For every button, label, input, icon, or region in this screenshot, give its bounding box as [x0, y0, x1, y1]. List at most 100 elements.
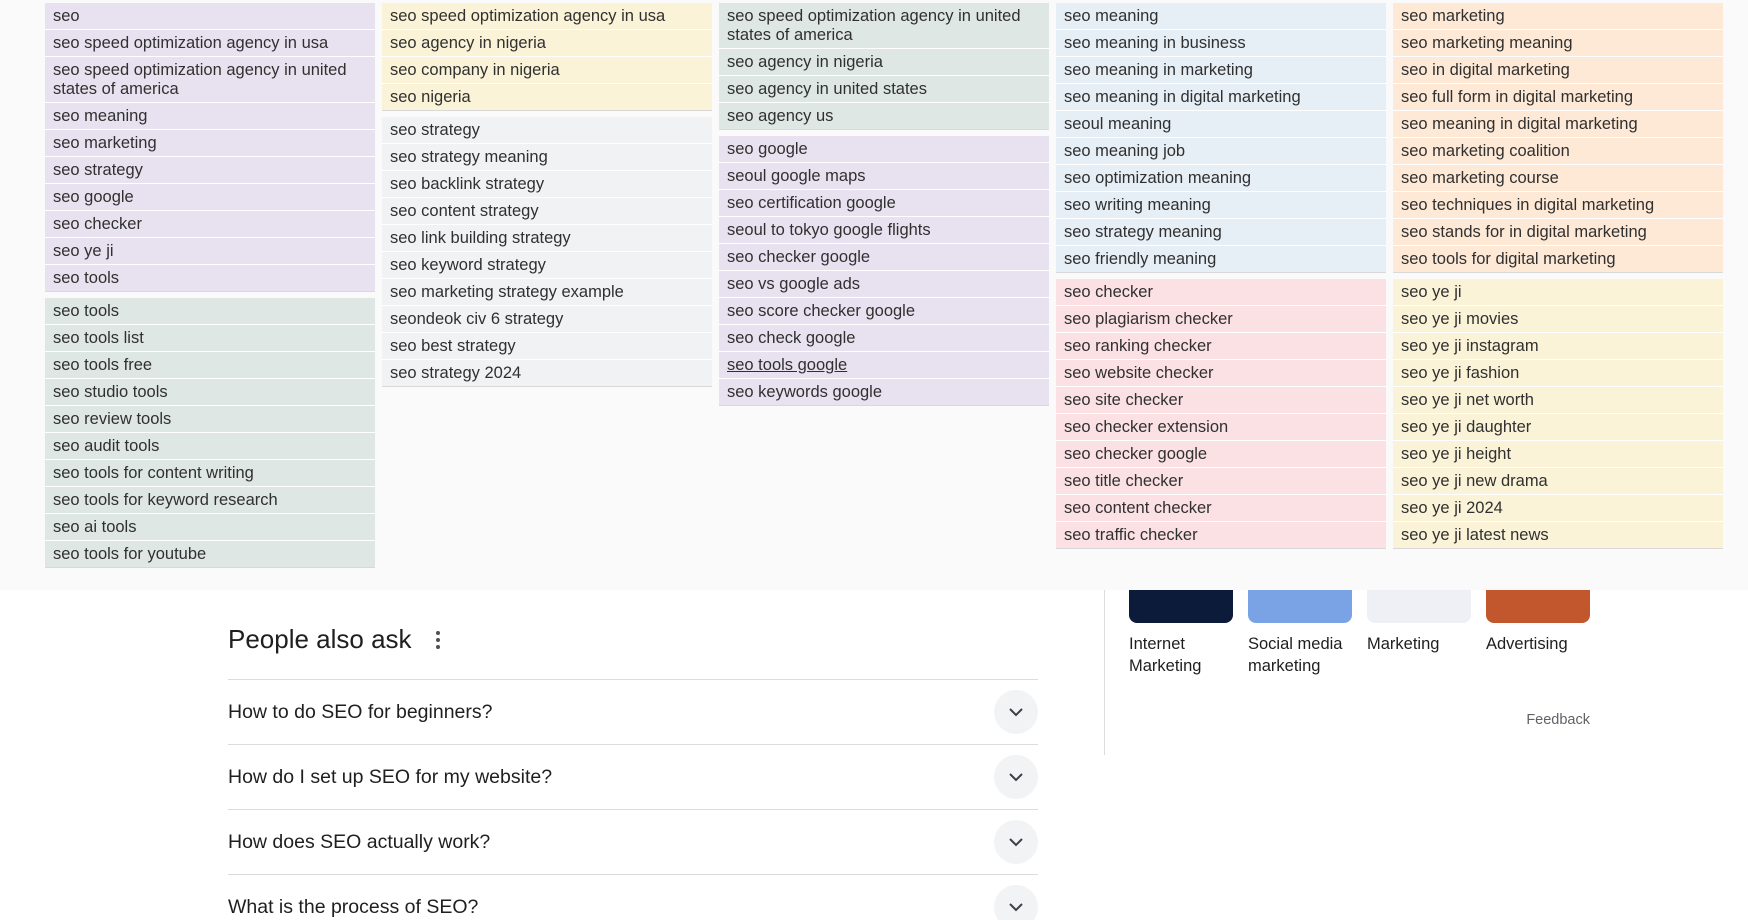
question-row[interactable]: What is the process of SEO? [228, 875, 1038, 920]
suggestion-item[interactable]: seo tools for youtube [45, 541, 375, 567]
suggestion-item[interactable]: seo marketing meaning [1393, 30, 1723, 57]
suggestion-item[interactable]: seo review tools [45, 406, 375, 433]
suggestion-item[interactable]: seo friendly meaning [1056, 246, 1386, 272]
suggestion-item[interactable]: seo marketing coalition [1393, 138, 1723, 165]
suggestion-item[interactable]: seo check google [719, 325, 1049, 352]
suggestion-item[interactable]: seo meaning in digital marketing [1393, 111, 1723, 138]
suggestion-item[interactable]: seo backlink strategy [382, 171, 712, 198]
suggestion-item[interactable]: seo in digital marketing [1393, 57, 1723, 84]
chevron-down-icon[interactable] [994, 885, 1038, 920]
suggestion-item[interactable]: seoul google maps [719, 163, 1049, 190]
suggestion-item[interactable]: seo audit tools [45, 433, 375, 460]
suggestion-item[interactable]: seo full form in digital marketing [1393, 84, 1723, 111]
suggestion-item[interactable]: seo checker google [719, 244, 1049, 271]
suggestion-item[interactable]: seo meaning in digital marketing [1056, 84, 1386, 111]
suggestion-item[interactable]: seo tools google [719, 352, 1049, 379]
suggestion-item[interactable]: seo strategy meaning [1056, 219, 1386, 246]
suggestion-item[interactable]: seo vs google ads [719, 271, 1049, 298]
suggestion-item[interactable]: seo strategy meaning [382, 144, 712, 171]
suggestion-item[interactable]: seo techniques in digital marketing [1393, 192, 1723, 219]
suggestion-item[interactable]: seo agency us [719, 103, 1049, 129]
suggestion-item[interactable]: seo tools [45, 298, 375, 325]
question-row[interactable]: How do I set up SEO for my website? [228, 745, 1038, 810]
suggestion-item[interactable]: seo agency in nigeria [382, 30, 712, 57]
suggestion-item[interactable]: seo ye ji daughter [1393, 414, 1723, 441]
suggestion-item[interactable]: seo site checker [1056, 387, 1386, 414]
suggestion-item[interactable]: seo meaning in marketing [1056, 57, 1386, 84]
suggestion-item[interactable]: seo keyword strategy [382, 252, 712, 279]
suggestion-item[interactable]: seo meaning in business [1056, 30, 1386, 57]
suggestion-item[interactable]: seoul to tokyo google flights [719, 217, 1049, 244]
suggestion-item[interactable]: seo tools free [45, 352, 375, 379]
suggestion-item[interactable]: seo ye ji net worth [1393, 387, 1723, 414]
suggestion-item[interactable]: seo ye ji latest news [1393, 522, 1723, 548]
chevron-down-icon[interactable] [994, 820, 1038, 864]
suggestion-item[interactable]: seo nigeria [382, 84, 712, 110]
suggestion-item[interactable]: seo tools for keyword research [45, 487, 375, 514]
question-row[interactable]: How does SEO actually work? [228, 810, 1038, 875]
suggestion-item[interactable]: seo keywords google [719, 379, 1049, 405]
suggestion-item[interactable]: seo tools [45, 265, 375, 291]
suggestion-item[interactable]: seo speed optimization agency in usa [382, 3, 712, 30]
suggestion-item[interactable]: seo tools for digital marketing [1393, 246, 1723, 272]
suggestion-item[interactable]: seo ye ji 2024 [1393, 495, 1723, 522]
suggestion-item[interactable]: seo checker [45, 211, 375, 238]
related-topic-card[interactable]: Marketing [1367, 590, 1471, 677]
suggestion-item[interactable]: seo best strategy [382, 333, 712, 360]
suggestion-item[interactable]: seo marketing strategy example [382, 279, 712, 306]
suggestion-item[interactable]: seo ye ji [1393, 279, 1723, 306]
suggestion-item[interactable]: seo link building strategy [382, 225, 712, 252]
suggestion-item[interactable]: seo ai tools [45, 514, 375, 541]
suggestion-item[interactable]: seo traffic checker [1056, 522, 1386, 548]
suggestion-item[interactable]: seo speed optimization agency in usa [45, 30, 375, 57]
suggestion-item[interactable]: seo marketing [45, 130, 375, 157]
feedback-link[interactable]: Feedback [1526, 712, 1590, 728]
suggestion-item[interactable]: seondeok civ 6 strategy [382, 306, 712, 333]
suggestion-item[interactable]: seo agency in united states [719, 76, 1049, 103]
suggestion-item[interactable]: seo google [719, 136, 1049, 163]
suggestion-item[interactable]: seo score checker google [719, 298, 1049, 325]
suggestion-item[interactable]: seo plagiarism checker [1056, 306, 1386, 333]
suggestion-item[interactable]: seo ranking checker [1056, 333, 1386, 360]
suggestion-item[interactable]: seo studio tools [45, 379, 375, 406]
suggestion-item[interactable]: seo speed optimization agency in united … [719, 3, 1049, 49]
suggestion-item[interactable]: seo optimization meaning [1056, 165, 1386, 192]
suggestion-item[interactable]: seo ye ji fashion [1393, 360, 1723, 387]
suggestion-item[interactable]: seo checker extension [1056, 414, 1386, 441]
suggestion-item[interactable]: seo agency in nigeria [719, 49, 1049, 76]
question-row[interactable]: How to do SEO for beginners? [228, 680, 1038, 745]
suggestion-item[interactable]: seo strategy [382, 117, 712, 144]
chevron-down-icon[interactable] [994, 690, 1038, 734]
suggestion-item[interactable]: seo content checker [1056, 495, 1386, 522]
suggestion-item[interactable]: seo checker google [1056, 441, 1386, 468]
suggestion-item[interactable]: seo writing meaning [1056, 192, 1386, 219]
more-options-icon[interactable] [435, 630, 440, 649]
suggestion-item[interactable]: seo stands for in digital marketing [1393, 219, 1723, 246]
related-topic-card[interactable]: Social media marketing [1248, 590, 1352, 677]
related-topic-card[interactable]: Advertising [1486, 590, 1590, 677]
suggestion-item[interactable]: seo content strategy [382, 198, 712, 225]
suggestion-item[interactable]: seo google [45, 184, 375, 211]
suggestion-item[interactable]: seo speed optimization agency in united … [45, 57, 375, 103]
chevron-down-icon[interactable] [994, 755, 1038, 799]
suggestion-item[interactable]: seo [45, 3, 375, 30]
suggestion-item[interactable]: seo website checker [1056, 360, 1386, 387]
suggestion-item[interactable]: seo company in nigeria [382, 57, 712, 84]
suggestion-item[interactable]: seo meaning [45, 103, 375, 130]
suggestion-item[interactable]: seo strategy 2024 [382, 360, 712, 386]
suggestion-item[interactable]: seo tools for content writing [45, 460, 375, 487]
suggestion-item[interactable]: seo meaning job [1056, 138, 1386, 165]
suggestion-item[interactable]: seo ye ji height [1393, 441, 1723, 468]
suggestion-item[interactable]: seo strategy [45, 157, 375, 184]
suggestion-item[interactable]: seo tools list [45, 325, 375, 352]
suggestion-item[interactable]: seo title checker [1056, 468, 1386, 495]
suggestion-item[interactable]: seo ye ji new drama [1393, 468, 1723, 495]
suggestion-item[interactable]: seo marketing course [1393, 165, 1723, 192]
suggestion-item[interactable]: seo meaning [1056, 3, 1386, 30]
suggestion-item[interactable]: seo ye ji instagram [1393, 333, 1723, 360]
suggestion-item[interactable]: seo marketing [1393, 3, 1723, 30]
suggestion-item[interactable]: seo certification google [719, 190, 1049, 217]
suggestion-item[interactable]: seo checker [1056, 279, 1386, 306]
related-topic-card[interactable]: Internet Marketing [1129, 590, 1233, 677]
suggestion-item[interactable]: seo ye ji movies [1393, 306, 1723, 333]
